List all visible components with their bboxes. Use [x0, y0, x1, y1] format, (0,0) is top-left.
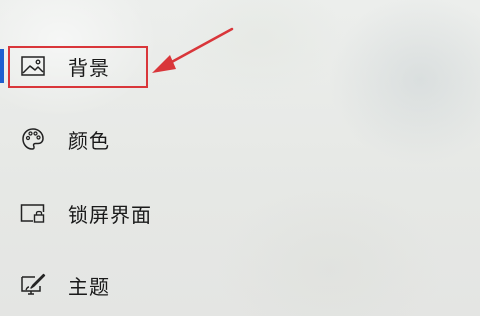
nav-item-label: 锁屏界面 — [68, 202, 152, 227]
personalization-nav: 背景 颜色 锁屏界面 主题 — [0, 0, 480, 316]
nav-item-lock-screen[interactable]: 锁屏界面 — [0, 193, 200, 233]
palette-icon — [19, 125, 47, 153]
nav-item-label: 颜色 — [68, 128, 110, 153]
theme-brush-icon — [19, 271, 47, 299]
nav-item-themes[interactable]: 主题 — [0, 265, 200, 305]
nav-item-label: 主题 — [68, 274, 110, 299]
annotation-highlight-box — [8, 46, 148, 88]
nav-item-colors[interactable]: 颜色 — [0, 119, 200, 159]
lock-screen-icon — [19, 199, 47, 227]
